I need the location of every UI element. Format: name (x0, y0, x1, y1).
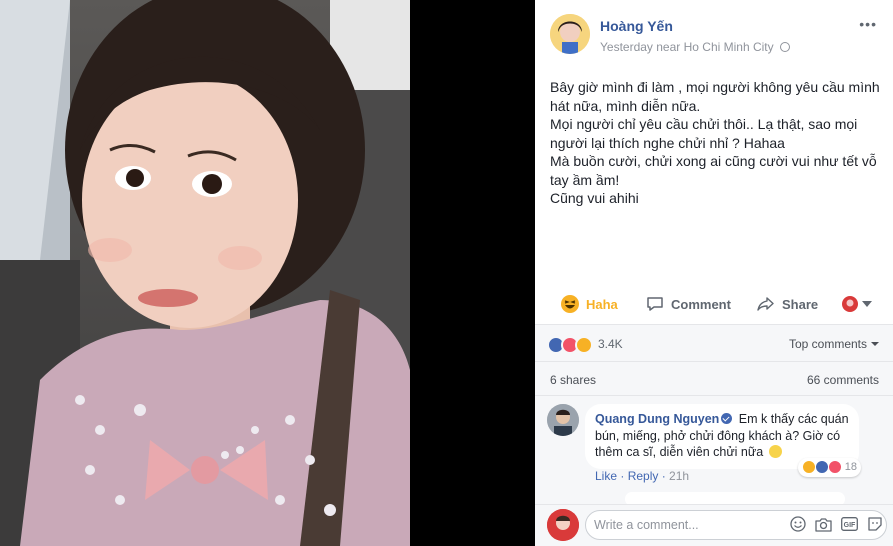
gif-icon[interactable]: GIF (841, 517, 858, 531)
commenter-name[interactable]: Quang Dung Nguyen (595, 412, 719, 426)
post-line: Mọi người chỉ yêu cầu chửi thôi.. Lạ thậ… (550, 116, 862, 151)
comment-button[interactable]: Comment (646, 293, 731, 315)
emoji-icon[interactable] (790, 516, 806, 532)
post-line: Mà buồn cười, chửi xong ai cũng cười vui… (550, 153, 881, 188)
like-reaction-icon (814, 460, 829, 475)
post-line: Cũng vui ahihi (550, 190, 639, 206)
comment-time[interactable]: 21h (669, 469, 689, 483)
reactions-count[interactable]: 3.4K (598, 337, 623, 351)
page-avatar-icon (842, 296, 858, 312)
top-comments-dropdown[interactable]: Top comments (789, 337, 879, 351)
haha-label: Haha (586, 296, 618, 312)
comment-composer: Write a comment... GIF (535, 504, 893, 546)
globe-icon (779, 42, 790, 52)
composer-icons: GIF (790, 516, 883, 532)
haha-icon (561, 295, 579, 313)
post-meta: Yesterday near Ho Chi Minh City (600, 40, 790, 54)
reactions-summary: 3.4K Top comments (535, 324, 893, 362)
comment-label: Comment (671, 296, 731, 312)
svg-text:GIF: GIF (844, 522, 856, 529)
react-as-selector[interactable] (842, 293, 872, 315)
author-avatar[interactable] (550, 14, 590, 54)
comment-actions: Like · Reply · 21h (595, 469, 690, 483)
chevron-down-icon (862, 301, 872, 307)
more-options-icon[interactable]: ••• (859, 16, 877, 32)
haha-reaction-icon (801, 460, 816, 475)
share-icon (757, 297, 774, 311)
comment-icon (647, 297, 663, 311)
comment-reply-link[interactable]: Reply (628, 469, 659, 483)
comments-list: Quang Dung Nguyen Em k thấy các quán bún… (535, 396, 893, 506)
caret-down-icon (871, 342, 879, 346)
viewer-avatar[interactable] (547, 509, 579, 541)
selfie-image (0, 0, 410, 546)
shares-count[interactable]: 6 shares (550, 373, 596, 387)
counts-row: 6 shares 66 comments (535, 362, 893, 396)
post-timestamp-location[interactable]: Yesterday near Ho Chi Minh City (600, 40, 774, 54)
top-comments-label: Top comments (788, 337, 867, 351)
post-body: Bây giờ mình đi làm , mọi người không yê… (550, 78, 880, 208)
verified-badge-icon (721, 413, 733, 424)
haha-button[interactable]: Haha (561, 293, 618, 315)
post-author-name[interactable]: Hoàng Yến (600, 18, 673, 34)
smile-emoji-icon (768, 445, 782, 458)
post-photo[interactable] (0, 0, 410, 546)
comment-like-link[interactable]: Like (595, 469, 617, 483)
reaction-icons[interactable] (547, 336, 593, 354)
sticker-icon[interactable] (867, 516, 883, 532)
commenter-avatar[interactable] (547, 404, 579, 436)
comments-count[interactable]: 66 comments (807, 373, 879, 387)
love-reaction-icon (827, 460, 842, 475)
post-panel: Hoàng Yến Yesterday near Ho Chi Minh Cit… (535, 0, 893, 546)
share-button[interactable]: Share (757, 293, 818, 315)
comment-reaction-count: 18 (844, 461, 857, 473)
action-bar: Haha Comment Share (535, 286, 893, 320)
photo-letterbox (410, 0, 535, 546)
post-line: Bây giờ mình đi làm , mọi người không yê… (550, 79, 884, 114)
comment-reactions[interactable]: 18 (797, 458, 861, 477)
haha-reaction-icon (575, 336, 593, 354)
share-label: Share (782, 296, 819, 312)
comment-input-placeholder: Write a comment... (594, 518, 699, 532)
camera-icon[interactable] (815, 517, 832, 532)
comment-bubble: Quang Dung Nguyen Em k thấy các quán bún… (585, 404, 861, 477)
